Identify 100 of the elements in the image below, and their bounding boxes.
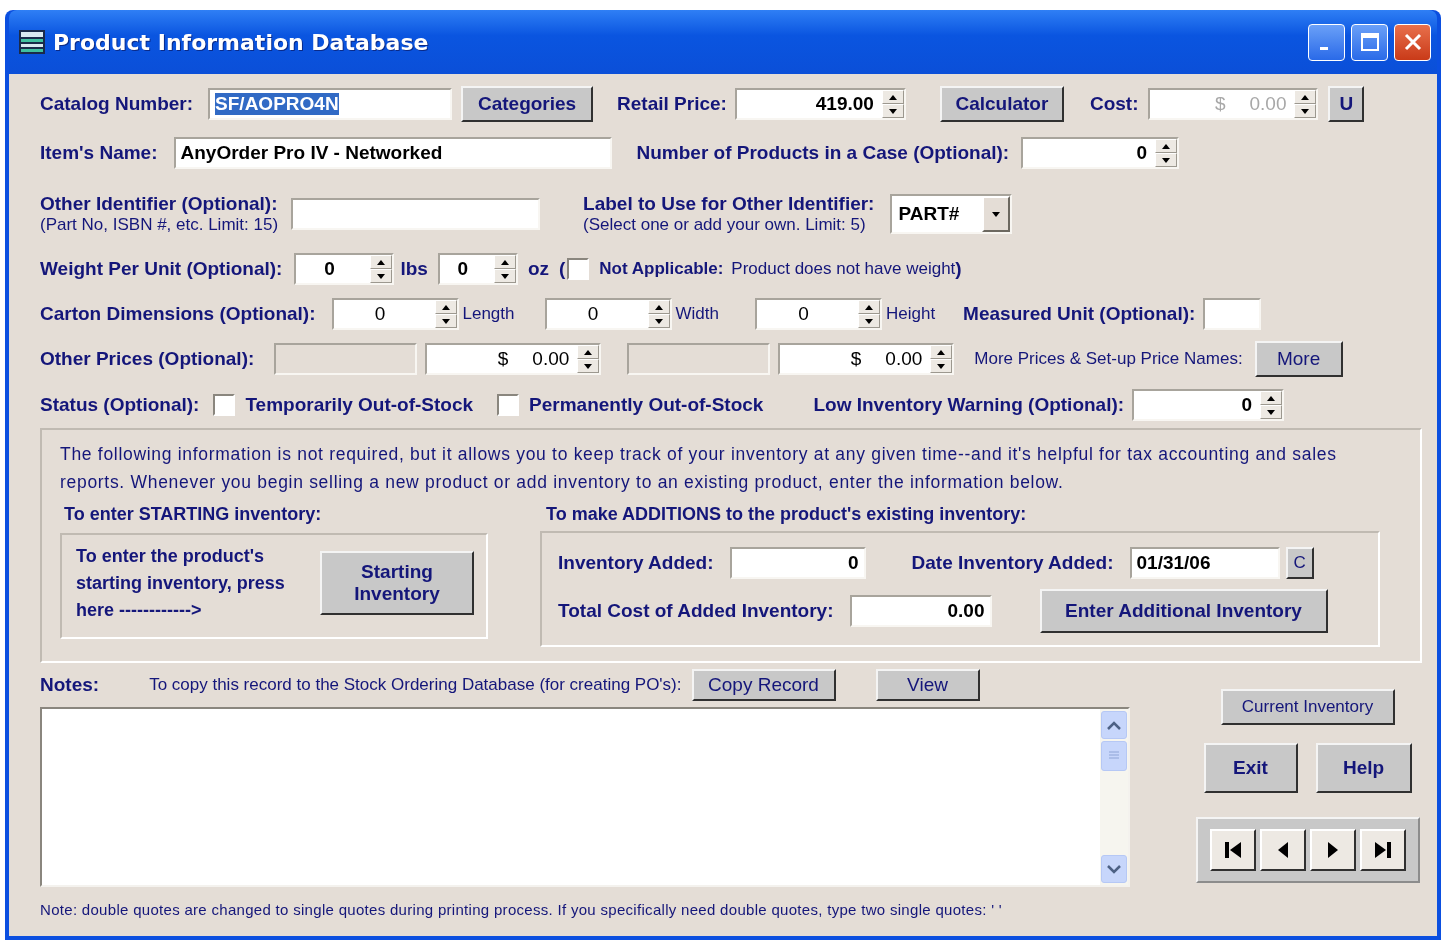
weight-lbs-field[interactable]: 0 (294, 253, 395, 285)
spin-up-button[interactable] (857, 300, 880, 314)
field-label: Other Identifier (Optional): (40, 193, 279, 215)
spin-down-button[interactable] (930, 359, 953, 373)
field-label: Number of Products in a Case (Optional): (636, 142, 1010, 164)
dropdown-caret-icon[interactable] (982, 196, 1011, 232)
next-record-icon (1327, 842, 1338, 858)
field-label: Cost: (1089, 93, 1139, 115)
up-arrow-icon (937, 349, 946, 355)
footer-note: Note: double quotes are changed to single quotes during printing process. If you specifically need double quotes, type two single quotes: ' ' (40, 901, 1003, 918)
down-arrow-icon (500, 273, 509, 279)
low-inventory-field[interactable]: 0 (1132, 389, 1285, 421)
chevron-down-icon (1107, 864, 1121, 874)
field-label: Other Prices (Optional): (40, 348, 255, 370)
close-button[interactable] (1394, 23, 1431, 61)
starting-instructions: To enter the product's starting inventory, press here ------------> (76, 544, 286, 622)
item-name-field[interactable]: AnyOrder Pro IV - Networked (173, 137, 612, 169)
record-nav-button[interactable] (1209, 829, 1256, 871)
scroll-up-button[interactable] (1101, 711, 1127, 739)
date-field[interactable]: 01/31/06 (1129, 547, 1280, 579)
field-label: Item's Name: (40, 142, 158, 164)
unit-label: lbs (400, 258, 428, 280)
spin-down-button[interactable] (1260, 405, 1283, 419)
record-nav-button[interactable] (1359, 829, 1406, 871)
unit-label: Width (675, 304, 719, 324)
up-arrow-icon (377, 259, 386, 265)
field-hint: (Select one or add your own. Limit: 5) (583, 215, 867, 235)
down-arrow-icon (992, 211, 1001, 217)
weight-oz-field[interactable]: 0 (437, 253, 518, 285)
up-arrow-icon (500, 259, 509, 265)
other-identifier-field[interactable] (291, 198, 541, 230)
minimize-button[interactable] (1308, 23, 1345, 61)
spin-down-button[interactable] (370, 269, 393, 283)
spin-up-button[interactable] (1155, 139, 1178, 153)
maximize-button[interactable] (1351, 23, 1388, 61)
record-nav-button[interactable] (1309, 829, 1356, 871)
spin-up-button[interactable] (434, 300, 457, 314)
dimension-field[interactable]: 0 (331, 298, 459, 330)
categories-button[interactable]: Categories (461, 86, 594, 122)
price-field[interactable]: $ 0.00 (778, 343, 955, 375)
spin-up-button[interactable] (577, 345, 600, 359)
inventory-added-field[interactable]: 0 (729, 547, 866, 579)
spin-down-button[interactable] (857, 314, 880, 328)
record-nav-button[interactable] (1259, 829, 1306, 871)
spin-up-button[interactable] (370, 255, 393, 269)
spin-up-button[interactable] (881, 90, 904, 104)
up-arrow-icon (584, 349, 593, 355)
down-arrow-icon (937, 363, 946, 369)
added-cost-field[interactable]: 0.00 (849, 595, 992, 627)
section-heading: To enter STARTING inventory: (64, 504, 323, 525)
down-arrow-icon (888, 108, 897, 114)
last-record-icon (1373, 842, 1392, 858)
identifier-label-dropdown[interactable]: PART# (890, 194, 1013, 234)
spin-up-button[interactable] (493, 255, 516, 269)
field-label: Low Inventory Warning (Optional): (813, 394, 1125, 416)
dimension-field[interactable]: 0 (544, 298, 672, 330)
scrollbar[interactable] (1100, 709, 1128, 885)
spin-down-button[interactable] (434, 314, 457, 328)
measured-unit-field[interactable] (1203, 298, 1262, 330)
exit-button[interactable]: Exit (1203, 743, 1298, 793)
calculator-button[interactable]: Calculator (939, 86, 1064, 122)
unit-label: Height (885, 304, 936, 324)
update-button[interactable]: U (1328, 86, 1365, 122)
help-button[interactable]: Help (1315, 743, 1412, 793)
enter-additional-inventory-button[interactable]: Enter Additional Inventory (1039, 589, 1328, 633)
notes-field[interactable] (40, 707, 1130, 887)
spin-down-button[interactable] (1155, 153, 1178, 167)
copy-record-button[interactable]: Copy Record (691, 669, 836, 701)
spin-up-button[interactable] (930, 345, 953, 359)
spin-down-button[interactable] (881, 104, 904, 118)
price-field[interactable]: $ 0.00 (425, 343, 602, 375)
current-inventory-button[interactable]: Current Inventory (1220, 689, 1395, 725)
view-button[interactable]: View (875, 669, 980, 701)
case-count-field[interactable]: 0 (1021, 137, 1180, 169)
spin-up-button[interactable] (1260, 391, 1283, 405)
catalog-number-field[interactable]: SF/AOPRO4N (208, 88, 453, 120)
field-label: Carton Dimensions (Optional): (40, 303, 316, 325)
up-arrow-icon (654, 304, 663, 310)
up-arrow-icon (864, 304, 873, 310)
spin-down-button[interactable] (647, 314, 670, 328)
retail-price-field[interactable]: 419.00 (734, 88, 906, 120)
checkbox[interactable] (497, 394, 520, 416)
checkbox[interactable] (567, 258, 590, 280)
field-label: Inventory Added: (558, 552, 714, 574)
more-button[interactable]: More (1254, 341, 1343, 377)
starting-inventory-button[interactable]: Starting Inventory (320, 551, 474, 615)
scroll-down-button[interactable] (1101, 855, 1127, 883)
spin-down-button[interactable] (577, 359, 600, 373)
scroll-thumb[interactable] (1101, 741, 1127, 771)
minimize-icon (1319, 46, 1328, 50)
grip-icon (1108, 751, 1120, 761)
checkbox[interactable] (213, 394, 236, 416)
spin-down-button[interactable] (493, 269, 516, 283)
spin-up-button[interactable] (647, 300, 670, 314)
database-icon (19, 30, 45, 54)
window-title: Product Information Database (53, 29, 430, 55)
dimension-field[interactable]: 0 (754, 298, 882, 330)
field-label: Status (Optional): (40, 394, 200, 416)
calendar-button[interactable]: C (1285, 547, 1314, 579)
up-arrow-icon (441, 304, 450, 310)
